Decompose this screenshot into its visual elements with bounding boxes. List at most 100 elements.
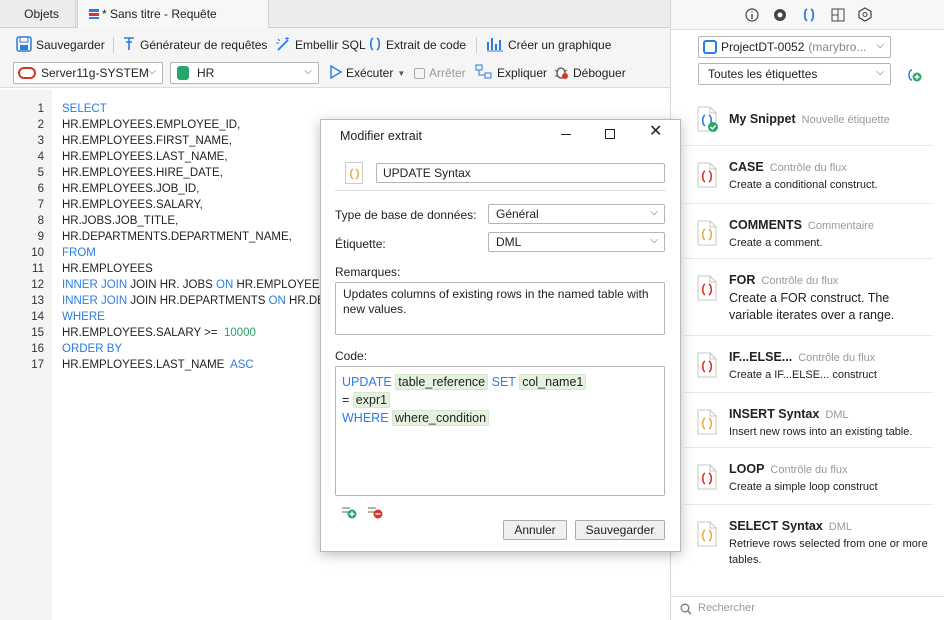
minimize-icon[interactable] — [561, 134, 571, 135]
run-dropdown-icon[interactable]: ▼ — [397, 69, 405, 78]
cancel-button[interactable]: Annuler — [503, 520, 567, 540]
snippet-title: LOOP — [729, 462, 765, 476]
toolbar-run: Server11g-SYSTEM ⌵ HR ⌵ Exécuter ▼ Arrêt… — [0, 58, 670, 88]
toolbar-divider — [476, 37, 477, 53]
connection-select[interactable]: Server11g-SYSTEM ⌵ — [13, 62, 163, 84]
code-token[interactable]: expr1 — [352, 392, 391, 408]
edit-snippet-dialog: Modifier extrait ✕ UPDATE Syntax Type de… — [320, 119, 681, 552]
explain-label: Expliquer — [497, 66, 548, 80]
sql-keyword: INNER JOIN — [62, 279, 128, 291]
add-snippet-icon[interactable] — [905, 67, 923, 86]
snippet-description: Retrieve rows selected from one or more … — [729, 538, 928, 566]
maximize-icon[interactable] — [605, 129, 615, 139]
create-chart-button[interactable]: Créer un graphique — [486, 36, 611, 54]
explain-button[interactable]: Expliquer — [475, 64, 547, 82]
project-name: ProjectDT-0052 — [721, 40, 805, 54]
search-bar[interactable]: Rechercher — [671, 596, 944, 620]
sql-number: 10000 — [223, 327, 256, 339]
snippet-item[interactable]: SELECT Syntax DML Retrieve rows selected f… — [685, 505, 933, 583]
remarks-textarea[interactable]: Updates columns of existing rows in the … — [335, 282, 665, 335]
close-icon[interactable]: ✕ — [649, 124, 662, 140]
sql-keyword: ON — [216, 279, 234, 291]
snippet-panel: ProjectDT-0052 (marybro... ⌵ Toutes les … — [670, 0, 944, 620]
code-line: HR.EMPLOYEES — [62, 263, 153, 275]
project-select[interactable]: ProjectDT-0052 (marybro... ⌵ — [698, 36, 891, 58]
remove-placeholder-icon[interactable] — [367, 504, 385, 523]
save-button[interactable]: Sauvegarder — [16, 35, 105, 54]
snippet-tag: Nouvelle étiquette — [801, 114, 890, 126]
db-type-select[interactable]: Général ⌵ — [488, 204, 665, 224]
stop-button[interactable]: Arrêter — [414, 64, 466, 82]
query-tab-icon — [88, 2, 100, 19]
braces-icon — [368, 36, 382, 55]
code-line: HR.EMPLOYEES.FIRST_NAME, — [62, 135, 232, 147]
eye-icon[interactable] — [773, 8, 787, 25]
braces-icon[interactable] — [802, 7, 816, 26]
tag-select[interactable]: DML ⌵ — [488, 232, 665, 252]
code-snippet-button[interactable]: Extrait de code — [368, 36, 466, 54]
tag-value: DML — [496, 235, 522, 249]
code-textarea[interactable]: UPDATE table_reference SET col_name1 = e… — [335, 366, 665, 496]
snippet-item[interactable]: COMMENTS Commentaire Create a comment. — [685, 204, 933, 259]
hexagon-icon[interactable] — [858, 7, 872, 25]
snippet-title-row: IF...ELSE... Contrôle du flux — [729, 350, 875, 364]
snippet-item[interactable]: My Snippet Nouvelle étiquette — [685, 92, 933, 146]
sql-keyword: ASC — [230, 359, 254, 371]
layout-icon[interactable] — [831, 8, 845, 25]
code-line: SELECT — [62, 103, 107, 115]
query-builder-icon — [122, 36, 136, 55]
create-chart-label: Créer un graphique — [508, 38, 612, 52]
snippet-title: INSERT Syntax — [729, 407, 820, 421]
run-button[interactable]: Exécuter ▼ — [328, 64, 405, 82]
snippet-description: Insert new rows into an existing table. — [729, 426, 913, 438]
code-snippet-label: Extrait de code — [386, 38, 467, 52]
code-label: Code: — [335, 349, 368, 363]
snippet-item[interactable]: IF...ELSE... Contrôle du flux Create a IF.… — [685, 336, 933, 393]
code-line: HR.JOBS.JOB_TITLE, — [62, 215, 178, 227]
chevron-down-icon: ⌵ — [304, 66, 312, 77]
snippet-item[interactable]: CASE Contrôle du flux Create a conditional… — [685, 146, 933, 204]
tab-query[interactable]: * Sans titre - Requête — [77, 0, 269, 29]
snippet-item[interactable]: LOOP Contrôle du flux Create a simple loop… — [685, 448, 933, 505]
code-line: HR.EMPLOYEES.SALARY, — [62, 199, 203, 211]
snippet-title: SELECT Syntax — [729, 519, 823, 533]
sql-keyword: SELECT — [62, 103, 107, 115]
line-number: 1 — [37, 103, 44, 115]
tab-objects[interactable]: Objets — [8, 0, 76, 28]
snippet-item[interactable]: INSERT Syntax DML Insert new rows into an … — [685, 393, 933, 448]
chevron-down-icon: ⌵ — [148, 66, 156, 77]
beautify-sql-button[interactable]: Embellir SQL — [275, 36, 366, 54]
snippet-title-row: FOR Contrôle du flux — [729, 273, 838, 287]
snippet-title-row: COMMENTS Commentaire — [729, 218, 874, 232]
save-snippet-button[interactable]: Sauvegarder — [575, 520, 665, 540]
query-tab-label: * Sans titre - Requête — [102, 7, 217, 21]
panel-toolbar — [671, 0, 944, 30]
query-builder-button[interactable]: Générateur de requêtes — [122, 36, 267, 54]
stop-icon — [414, 67, 425, 79]
explain-icon — [475, 64, 493, 83]
schema-select[interactable]: HR ⌵ — [170, 62, 319, 84]
play-icon — [328, 64, 343, 82]
sql-keyword: INNER JOIN — [62, 295, 128, 307]
info-icon[interactable] — [745, 8, 759, 25]
snippet-tag: Commentaire — [807, 220, 874, 232]
code-token[interactable]: table_reference — [395, 374, 489, 390]
line-number: 6 — [37, 183, 44, 195]
snippet-name-input[interactable]: UPDATE Syntax — [376, 163, 665, 183]
sql-text: HR.EMPLOYEES.LAST_NAME — [62, 359, 231, 371]
run-label: Exécuter — [346, 66, 394, 80]
snippet-file-icon — [697, 464, 719, 490]
add-placeholder-icon[interactable] — [341, 504, 359, 523]
snippet-item[interactable]: FOR Contrôle du flux Create a FOR construc… — [685, 259, 933, 336]
snippet-description: Create a FOR construct. The variable ite… — [729, 291, 895, 322]
code-token[interactable]: where_condition — [392, 410, 490, 426]
dialog-divider — [335, 190, 666, 191]
tag-filter-select[interactable]: Toutes les étiquettes ⌵ — [698, 63, 891, 85]
schema-value: HR — [197, 66, 215, 80]
code-token[interactable]: col_name1 — [519, 374, 587, 390]
sql-text: HR.EMPLOYEES — [233, 279, 328, 291]
debug-button[interactable]: Déboguer — [553, 64, 626, 82]
code-keyword: UPDATE — [342, 375, 392, 389]
search-input[interactable]: Rechercher — [698, 602, 755, 614]
stop-label: Arrêter — [429, 66, 466, 80]
